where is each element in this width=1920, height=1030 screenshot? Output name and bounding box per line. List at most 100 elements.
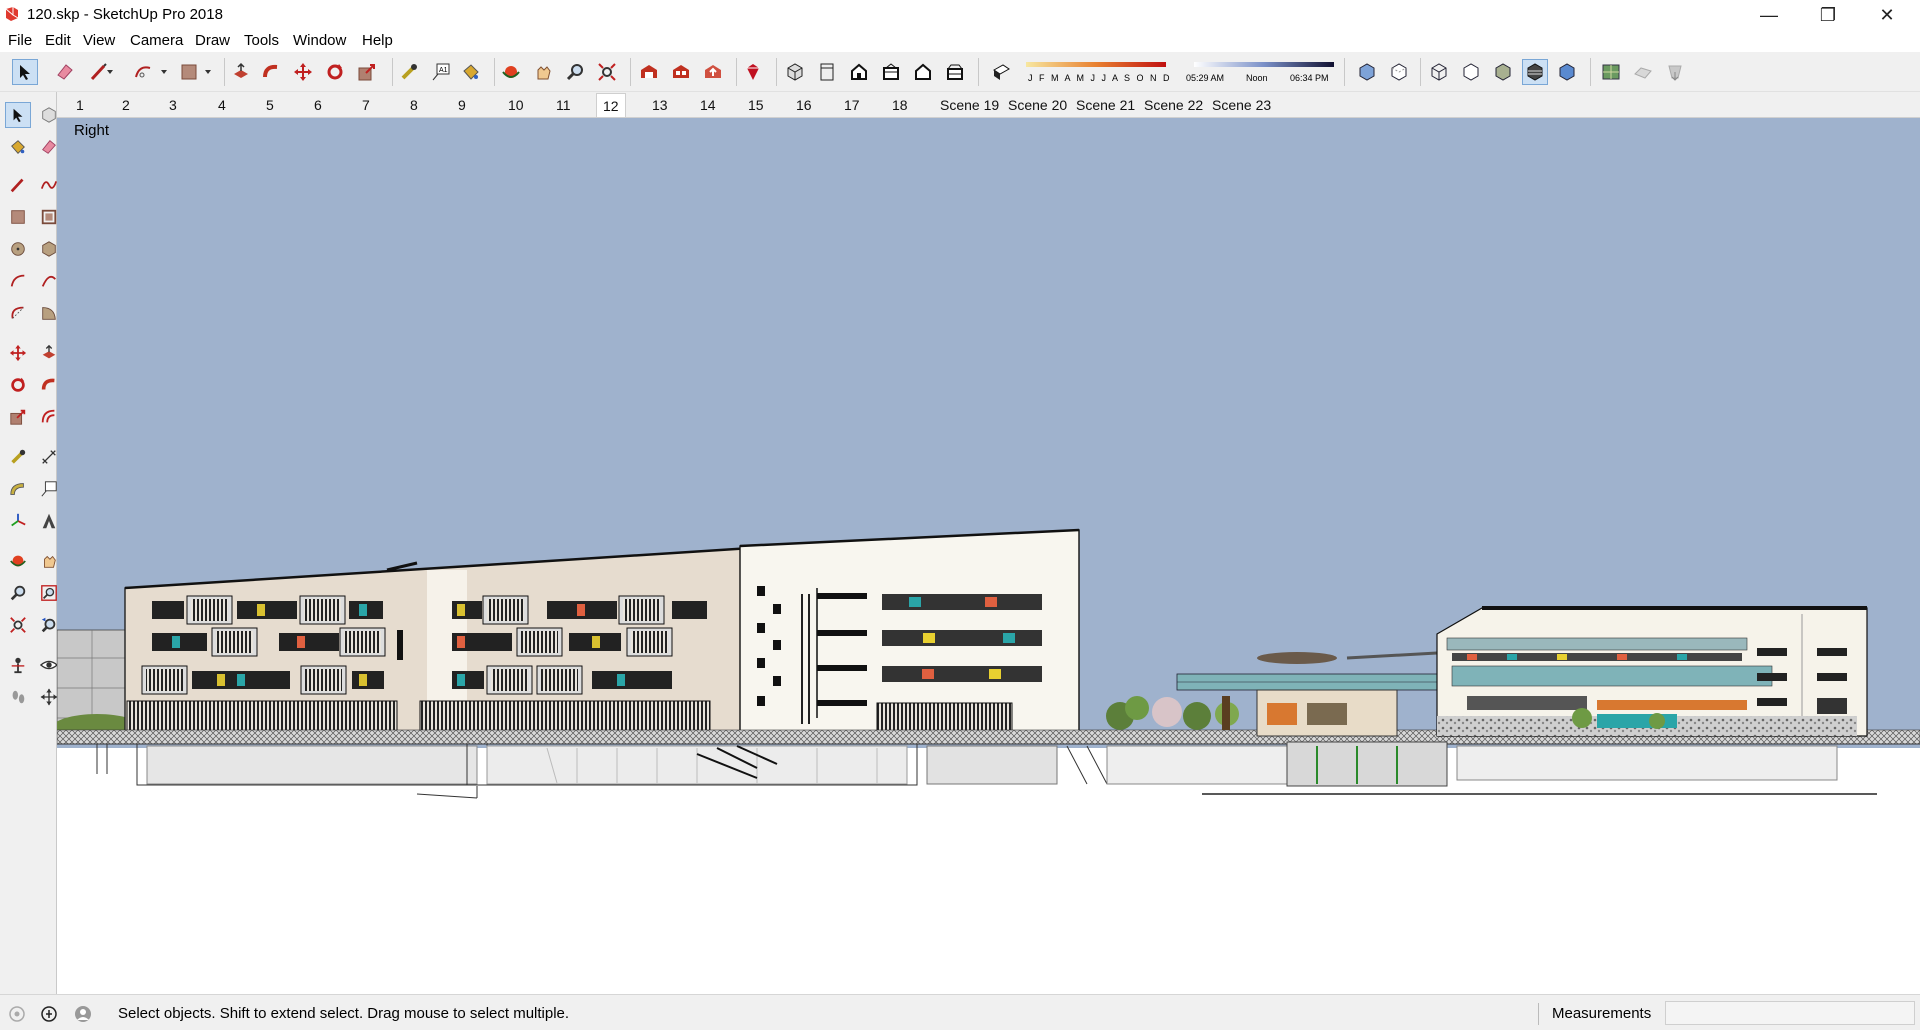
palette-rectangle-button[interactable] — [5, 204, 31, 230]
toolbar-rotate-button[interactable] — [322, 59, 348, 85]
scene-tab[interactable]: 1 — [76, 93, 84, 117]
scene-tab[interactable]: 14 — [700, 93, 716, 117]
toolbar-monochrome-button[interactable] — [1554, 59, 1580, 85]
palette-tape-measure-button[interactable] — [5, 444, 31, 470]
scene-tab[interactable]: 11 — [556, 93, 571, 117]
title-bar: 120.skp - SketchUp Pro 2018 — ❐ ✕ — [0, 0, 1920, 30]
toolbar-share-model-button[interactable] — [700, 59, 726, 85]
scene-tab[interactable]: 15 — [748, 93, 764, 117]
close-button[interactable]: ✕ — [1858, 0, 1916, 30]
toolbar-extension-warehouse-button[interactable] — [668, 59, 694, 85]
scene-tab[interactable]: Scene 21 — [1076, 93, 1135, 117]
toolbar-zoom-extents-button[interactable] — [594, 59, 620, 85]
scene-tab[interactable]: 9 — [458, 93, 466, 117]
palette-rotate-button[interactable] — [5, 372, 31, 398]
palette-circle-button[interactable] — [5, 236, 31, 262]
palette-walk-button[interactable] — [5, 684, 31, 710]
toolbar-warehouse-button[interactable] — [636, 59, 662, 85]
measurements-input[interactable] — [1665, 1001, 1915, 1025]
scene-tab[interactable]: 3 — [169, 93, 177, 117]
move-icon — [294, 63, 312, 81]
credits-icon[interactable] — [40, 1005, 58, 1023]
user-account-icon[interactable] — [74, 1005, 92, 1023]
geolocation-icon[interactable] — [8, 1005, 26, 1023]
scene-tab[interactable]: 7 — [362, 93, 370, 117]
palette-scale-button[interactable] — [5, 404, 31, 430]
scene-tab[interactable]: 8 — [410, 93, 418, 117]
palette-arc-button[interactable] — [5, 268, 31, 294]
palette-protractor-button[interactable] — [5, 476, 31, 502]
palette-line-button[interactable] — [5, 172, 31, 198]
toolbar-shaded-button[interactable] — [1490, 59, 1516, 85]
toolbar-toggle-terrain-button[interactable] — [1630, 59, 1656, 85]
toolbar-select-button[interactable] — [12, 59, 38, 85]
scene-tab[interactable]: 4 — [218, 93, 226, 117]
scene-tab[interactable]: 2 — [122, 93, 130, 117]
toolbar-rectangle-button[interactable] — [176, 59, 202, 85]
toolbar-scale-button[interactable] — [354, 59, 380, 85]
scene-tab[interactable]: 13 — [652, 93, 668, 117]
scene-tab[interactable]: 16 — [796, 93, 812, 117]
toolbar-rectangle-dropdown[interactable] — [202, 59, 214, 85]
palette-zoom-extents-button[interactable] — [5, 612, 31, 638]
menu-file[interactable]: File — [8, 32, 32, 49]
scene-tab-active[interactable]: 12 — [596, 93, 626, 117]
toolbar-tape-measure-button[interactable] — [396, 59, 422, 85]
warehouse-icon — [641, 65, 657, 78]
toolbar-ruby-button[interactable] — [740, 59, 766, 85]
menu-tools[interactable]: Tools — [244, 32, 279, 49]
toolbar-shadows-button[interactable] — [988, 59, 1014, 85]
toolbar-orbit-button[interactable] — [498, 59, 524, 85]
scene-tab[interactable]: 6 — [314, 93, 322, 117]
restore-button[interactable]: ❐ — [1799, 0, 1857, 30]
scene-tab[interactable]: 5 — [266, 93, 274, 117]
menu-draw[interactable]: Draw — [195, 32, 230, 49]
toolbar-front-view-button[interactable] — [846, 59, 872, 85]
toolbar-xray-button[interactable] — [1354, 59, 1380, 85]
toolbar-shaded-textures-button[interactable] — [1522, 59, 1548, 85]
menu-view[interactable]: View — [83, 32, 115, 49]
scene-tab[interactable]: Scene 20 — [1008, 93, 1067, 117]
scene-tab[interactable]: 18 — [892, 93, 908, 117]
scene-tab[interactable]: Scene 19 — [940, 93, 999, 117]
toolbar-move-button[interactable] — [290, 59, 316, 85]
toolbar-hidden-line-button[interactable] — [1458, 59, 1484, 85]
toolbar-arc-button[interactable] — [130, 59, 156, 85]
palette-axes-button[interactable] — [5, 508, 31, 534]
toolbar-paint-bucket-button[interactable] — [458, 59, 484, 85]
palette-select-button[interactable] — [5, 102, 31, 128]
menu-window[interactable]: Window — [293, 32, 346, 49]
model-viewport[interactable]: Right — [57, 118, 1920, 994]
toolbar-line-dropdown[interactable] — [104, 59, 116, 85]
toolbar-follow-me-button[interactable] — [258, 59, 284, 85]
scene-tab[interactable]: 17 — [844, 93, 860, 117]
toolbar-arc-dropdown[interactable] — [158, 59, 170, 85]
toolbar-text-button[interactable]: A1 — [428, 59, 454, 85]
toolbar-iso-view-button[interactable] — [782, 59, 808, 85]
toolbar-push-pull-button[interactable] — [228, 59, 254, 85]
menu-help[interactable]: Help — [362, 32, 393, 49]
toolbar-zoom-button[interactable] — [562, 59, 588, 85]
palette-paint-bucket-button[interactable] — [5, 134, 31, 160]
toolbar-right-view-button[interactable] — [878, 59, 904, 85]
toolbar-back-edges-button[interactable] — [1386, 59, 1412, 85]
toolbar-wireframe-button[interactable] — [1426, 59, 1452, 85]
palette-move-button[interactable] — [5, 340, 31, 366]
scene-tab[interactable]: Scene 22 — [1144, 93, 1203, 117]
palette-orbit-button[interactable] — [5, 548, 31, 574]
scene-tab[interactable]: Scene 23 — [1212, 93, 1271, 117]
scene-tab[interactable]: 10 — [508, 93, 524, 117]
toolbar-pan-button[interactable] — [530, 59, 556, 85]
toolbar-left-view-button[interactable] — [942, 59, 968, 85]
toolbar-eraser-button[interactable] — [52, 59, 78, 85]
palette-position-camera-button[interactable] — [5, 652, 31, 678]
palette-three-point-arc-button[interactable] — [5, 300, 31, 326]
minimize-button[interactable]: — — [1740, 0, 1798, 30]
toolbar-back-view-button[interactable] — [910, 59, 936, 85]
palette-zoom-button[interactable] — [5, 580, 31, 606]
toolbar-photo-textures-button[interactable] — [1662, 59, 1688, 85]
toolbar-top-view-button[interactable] — [814, 59, 840, 85]
toolbar-add-location-button[interactable] — [1598, 59, 1624, 85]
menu-edit[interactable]: Edit — [45, 32, 71, 49]
menu-camera[interactable]: Camera — [130, 32, 183, 49]
